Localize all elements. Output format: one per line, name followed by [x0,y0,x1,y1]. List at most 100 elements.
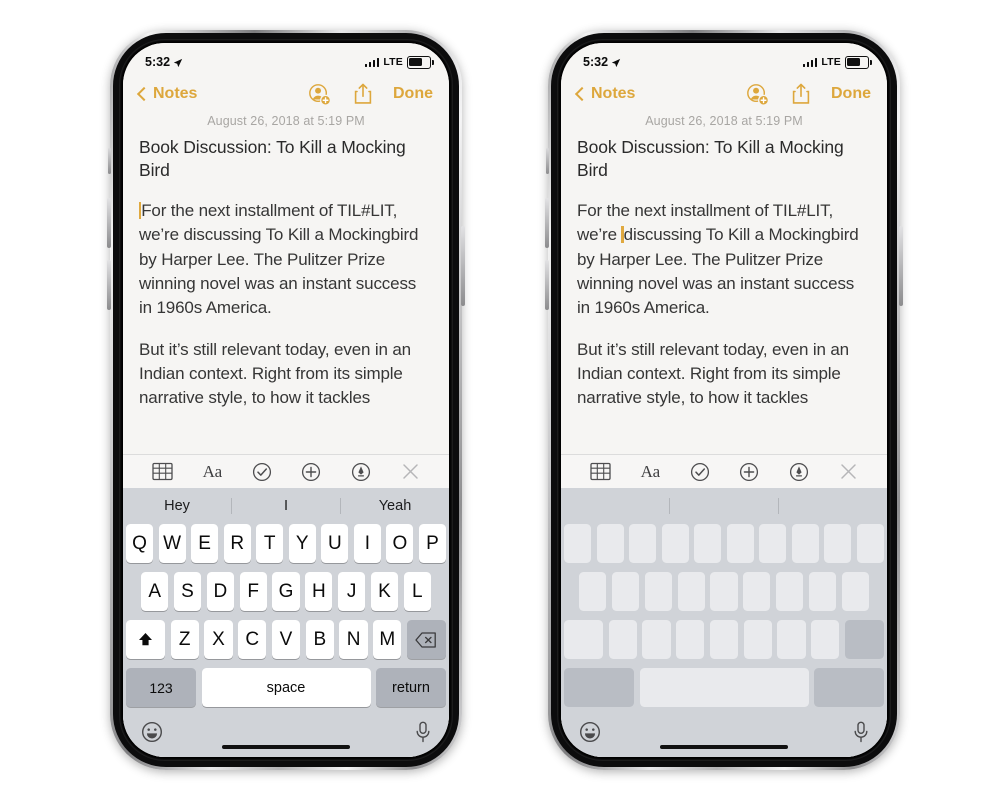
key-x[interactable]: X [204,620,233,659]
key-p[interactable] [856,524,884,563]
prediction-0[interactable]: Hey [123,498,231,514]
home-indicator[interactable] [222,744,350,749]
emoji-smiley-icon[interactable] [141,721,163,743]
note-title[interactable]: Book Discussion: To Kill a Mocking Bird [577,136,871,182]
space-key[interactable] [639,668,809,707]
key-f[interactable]: F [239,572,267,611]
key-q[interactable] [564,524,592,563]
key-d[interactable]: D [206,572,234,611]
key-j[interactable]: J [337,572,366,611]
predictive-text-bar[interactable]: Hey I Yeah [123,488,449,524]
key-g[interactable]: G [272,572,300,611]
key-g[interactable] [710,572,738,611]
key-l[interactable]: L [403,572,431,611]
key-f[interactable] [677,572,705,611]
add-attachment-icon[interactable] [739,462,759,482]
key-b[interactable]: B [305,620,334,659]
emoji-smiley-icon[interactable] [579,721,601,743]
key-r[interactable]: R [223,524,251,563]
key-m[interactable]: M [373,620,402,659]
key-o[interactable] [824,524,852,563]
key-y[interactable] [726,524,754,563]
microphone-icon[interactable] [415,721,431,743]
key-a[interactable] [579,572,607,611]
close-icon[interactable] [839,462,858,481]
space-key[interactable]: space [201,668,371,707]
note-paragraph-1[interactable]: For the next installment of TIL#LIT, we’… [577,199,871,320]
microphone-icon[interactable] [853,721,869,743]
home-indicator[interactable] [660,744,788,749]
key-v[interactable]: V [271,620,301,659]
key-a[interactable]: A [141,572,169,611]
numbers-key[interactable] [564,668,634,707]
key-b[interactable] [743,620,772,659]
close-icon[interactable] [401,462,420,481]
volume-down-button[interactable] [545,260,549,310]
power-button[interactable] [899,226,903,306]
key-q[interactable]: Q [126,524,154,563]
share-icon[interactable] [791,83,811,105]
table-icon[interactable] [590,462,611,481]
key-x[interactable] [642,620,671,659]
prediction-2[interactable]: Yeah [341,498,449,514]
text-format-icon[interactable]: Aa [203,462,223,482]
format-toolbar[interactable]: Aa [561,454,887,488]
note-title[interactable]: Book Discussion: To Kill a Mocking Bird [139,136,433,182]
key-j[interactable] [775,572,804,611]
share-icon[interactable] [353,83,373,105]
key-v[interactable] [709,620,739,659]
keyboard-right[interactable]: Aa [561,454,887,757]
predictive-text-bar[interactable] [561,488,887,524]
key-r[interactable] [661,524,689,563]
key-i[interactable] [791,524,819,563]
markup-pen-icon[interactable] [351,462,371,482]
key-k[interactable]: K [370,572,399,611]
key-w[interactable]: W [158,524,186,563]
keyboard-left[interactable]: Aa Hey I Yeah Q W E R T Y U I O P A S D … [123,454,449,757]
back-to-notes-button[interactable]: Notes [574,85,635,103]
checklist-icon[interactable] [252,462,272,482]
key-c[interactable]: C [238,620,267,659]
volume-up-button[interactable] [545,198,549,248]
key-e[interactable]: E [191,524,219,563]
key-u[interactable]: U [321,524,349,563]
volume-down-button[interactable] [107,260,111,310]
silent-switch[interactable] [108,148,111,174]
return-key[interactable]: return [376,668,446,707]
key-w[interactable] [596,524,624,563]
text-format-icon[interactable]: Aa [641,462,661,482]
key-z[interactable]: Z [170,620,199,659]
table-icon[interactable] [152,462,173,481]
backspace-key[interactable] [844,620,884,659]
key-h[interactable]: H [305,572,333,611]
key-l[interactable] [841,572,869,611]
note-paragraph-2[interactable]: But it’s still relevant today, even in a… [577,338,871,411]
note-paragraph-2[interactable]: But it’s still relevant today, even in a… [139,338,433,411]
key-t[interactable]: T [256,524,284,563]
shift-key[interactable] [564,620,604,659]
key-p[interactable]: P [418,524,446,563]
key-y[interactable]: Y [288,524,316,563]
markup-pen-icon[interactable] [789,462,809,482]
key-o[interactable]: O [386,524,414,563]
add-attachment-icon[interactable] [301,462,321,482]
backspace-key[interactable] [406,620,446,659]
done-button[interactable]: Done [393,85,433,103]
key-n[interactable] [777,620,806,659]
numbers-key[interactable]: 123 [126,668,196,707]
key-d[interactable] [644,572,672,611]
key-z[interactable] [608,620,637,659]
key-t[interactable] [694,524,722,563]
key-u[interactable] [759,524,787,563]
return-key[interactable] [814,668,884,707]
key-k[interactable] [808,572,837,611]
silent-switch[interactable] [546,148,549,174]
key-s[interactable]: S [173,572,202,611]
done-button[interactable]: Done [831,85,871,103]
key-n[interactable]: N [339,620,368,659]
key-m[interactable] [811,620,840,659]
person-add-icon[interactable] [308,83,331,106]
key-i[interactable]: I [353,524,381,563]
key-e[interactable] [629,524,657,563]
volume-up-button[interactable] [107,198,111,248]
